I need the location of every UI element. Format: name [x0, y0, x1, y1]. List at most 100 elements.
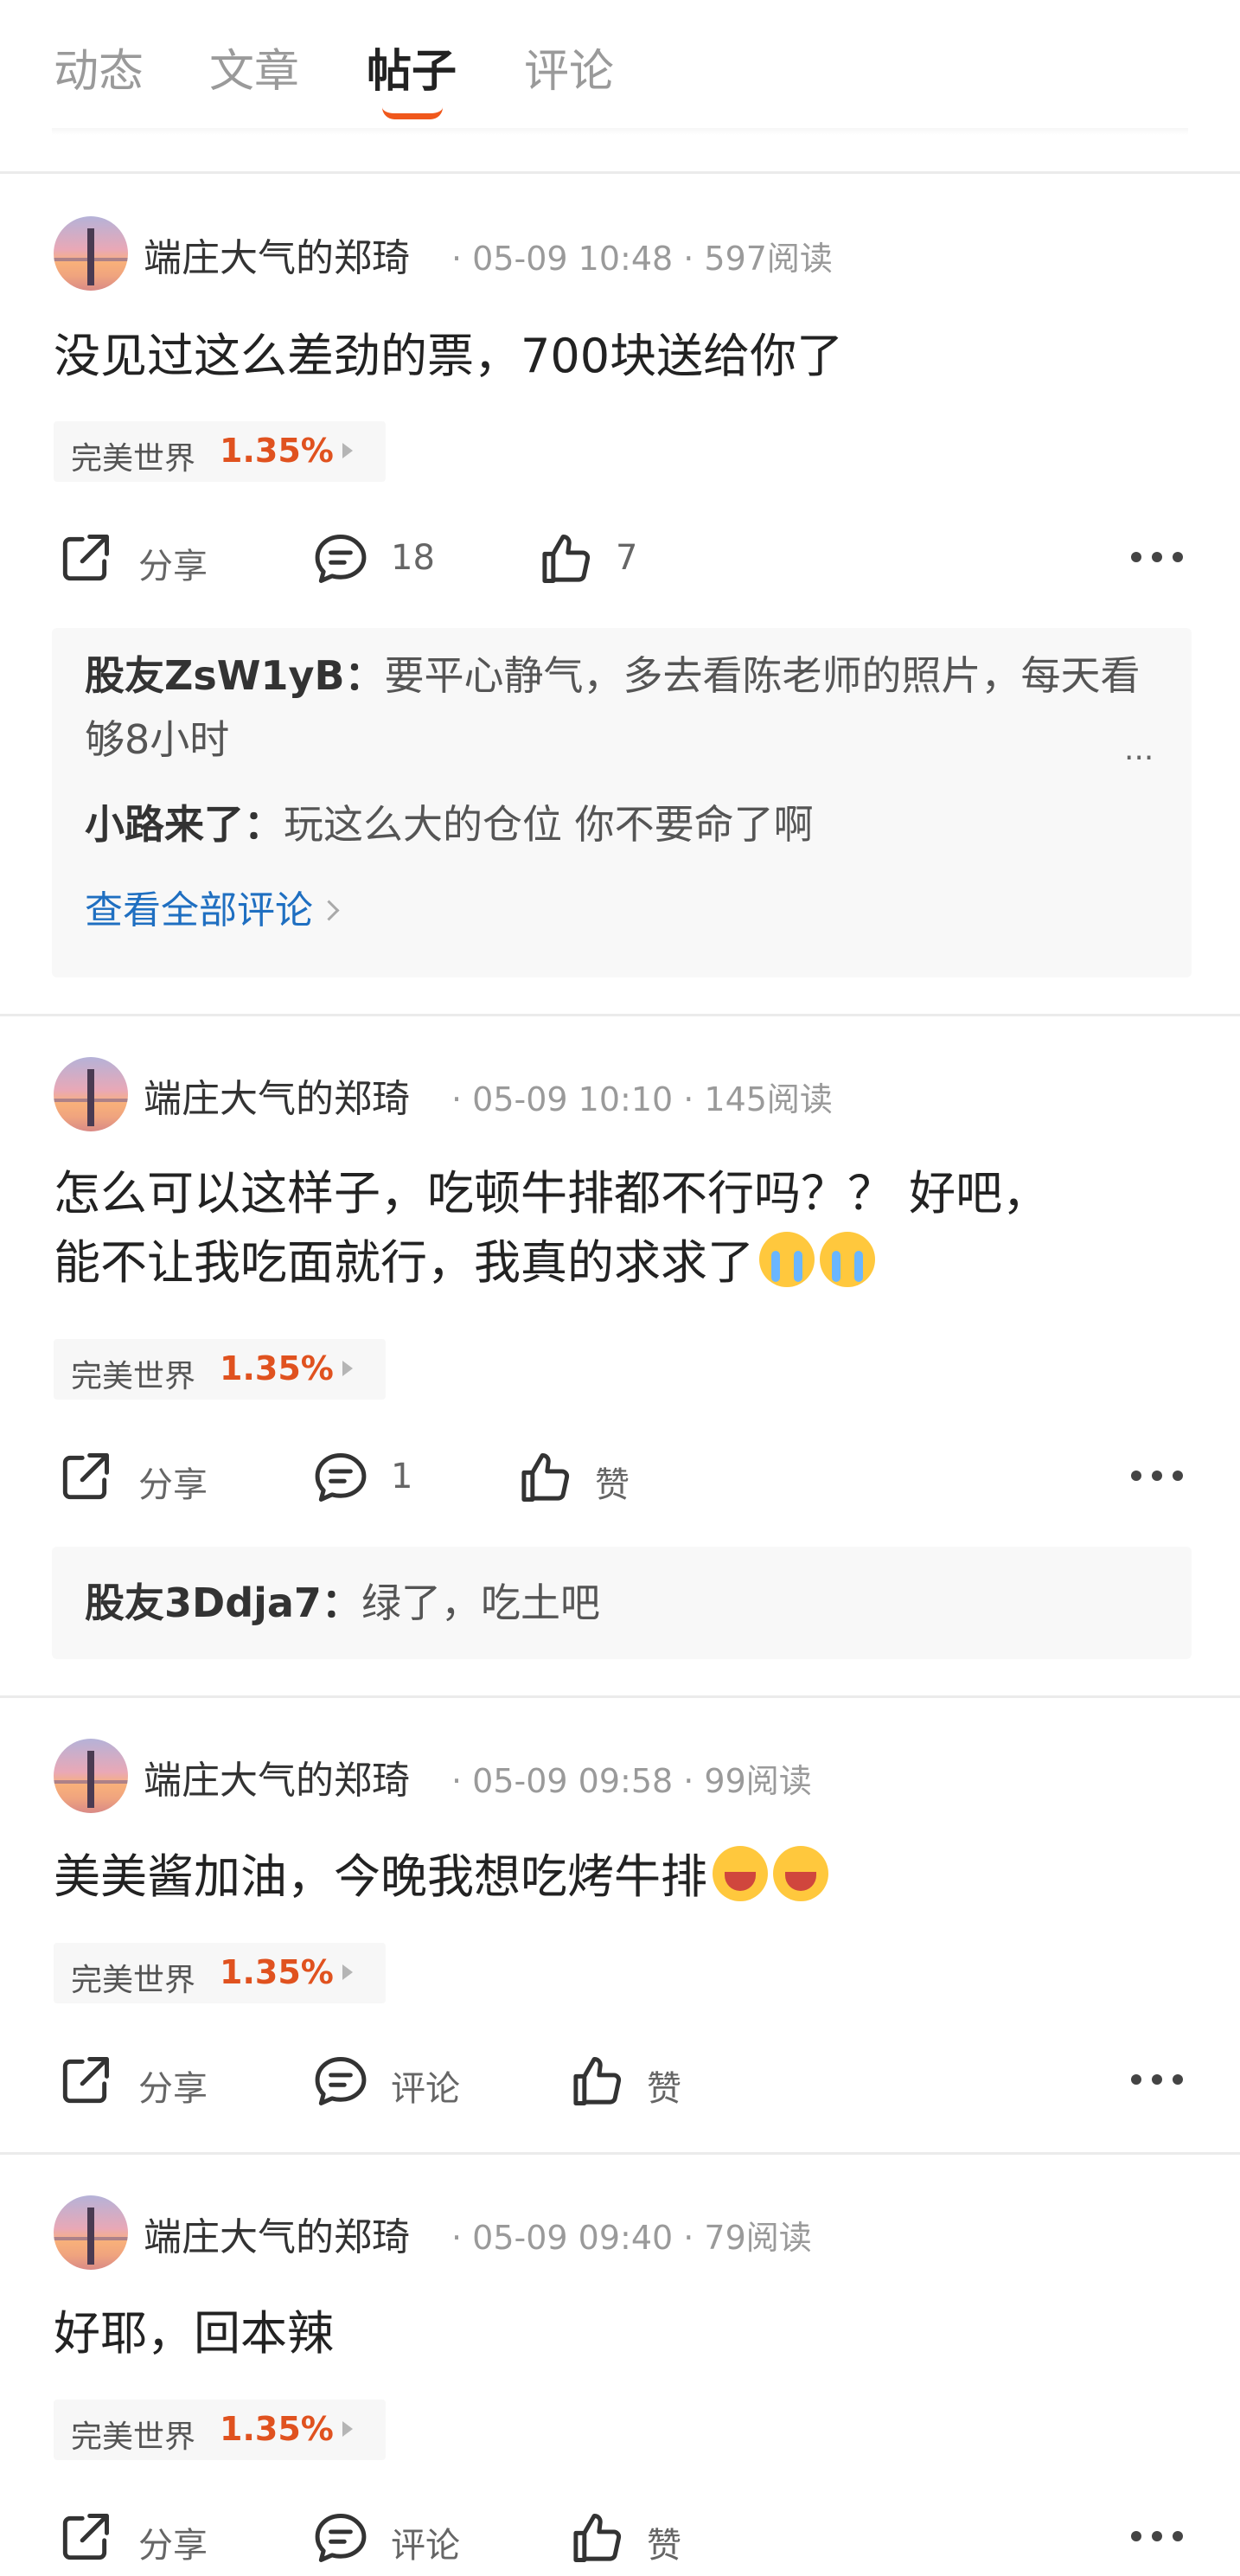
- action-bar: 分享 18 7: [0, 519, 1240, 597]
- post-text[interactable]: 没见过这么差劲的票，700块送给你了: [54, 322, 1195, 391]
- author-row[interactable]: 端庄大气的郑琦 · 05-09 09:40 · 79阅读: [54, 2195, 1178, 2272]
- comment-text: 绿了，吃土吧: [361, 1580, 600, 1626]
- tab-articles[interactable]: 文章: [209, 35, 299, 99]
- share-icon: [62, 1453, 109, 1500]
- comment-user[interactable]: 股友3Ddja7：: [85, 1580, 361, 1626]
- play-arrow-icon: [342, 1964, 353, 1980]
- thumbs-up-icon: [521, 1453, 570, 1502]
- comment-user[interactable]: 股友ZsW1yB：: [85, 652, 385, 699]
- post-card[interactable]: 端庄大气的郑琦 · 05-09 10:48 · 597阅读 没见过这么差劲的票，…: [0, 216, 1240, 1012]
- comments-preview: 股友ZsW1yB：要平心静气，多去看陈老师的照片，每天看够8小时 ... 小路来…: [52, 628, 1192, 977]
- more-options-icon[interactable]: [1131, 1471, 1183, 1483]
- stock-tag[interactable]: 完美世界 1.35%: [54, 1943, 386, 2003]
- like-button[interactable]: 7: [536, 519, 674, 597]
- comment-item[interactable]: 小路来了：玩这么大的仓位 你不要命了啊: [85, 792, 1166, 856]
- action-bar: 分享 评论 赞: [0, 2041, 1240, 2119]
- comment-icon: [315, 535, 367, 583]
- more-options-icon[interactable]: [1131, 552, 1183, 564]
- play-arrow-icon: [342, 2421, 353, 2437]
- author-name[interactable]: 端庄大气的郑琦: [144, 227, 410, 282]
- tab-bar-shadow: [52, 128, 1188, 135]
- share-icon: [62, 2514, 109, 2560]
- tab-posts[interactable]: 帖子: [367, 35, 457, 99]
- post-text[interactable]: 怎么可以这样子，吃顿牛排都不行吗？？ 好吧， 能不让我吃面就行，我真的求求了: [54, 1159, 1195, 1298]
- share-button[interactable]: 分享: [55, 1438, 228, 1515]
- like-button[interactable]: 赞: [567, 2041, 740, 2119]
- comment-button[interactable]: 1: [311, 1438, 467, 1515]
- share-label: 分享: [138, 2069, 208, 2109]
- comment-item[interactable]: 股友3Ddja7：绿了，吃土吧: [85, 1571, 1166, 1635]
- divider: [0, 171, 1240, 174]
- stock-tag[interactable]: 完美世界 1.35%: [54, 421, 386, 482]
- post-text-line: 能不让我吃面就行，我真的求求了: [54, 1235, 754, 1290]
- divider: [0, 1695, 1240, 1698]
- post-text-line: 怎么可以这样子，吃顿牛排都不行吗？？ 好吧，: [54, 1166, 1050, 1221]
- author-row[interactable]: 端庄大气的郑琦 · 05-09 10:48 · 597阅读: [54, 216, 1178, 292]
- comments-preview: 股友3Ddja7：绿了，吃土吧: [52, 1547, 1192, 1659]
- stock-name: 完美世界: [71, 1963, 196, 1998]
- author-name[interactable]: 端庄大气的郑琦: [144, 1749, 410, 1804]
- avatar[interactable]: [54, 216, 128, 291]
- comment-expand[interactable]: ...: [1124, 732, 1154, 767]
- post-text[interactable]: 美美酱加油，今晚我想吃烤牛排: [54, 1842, 1195, 1912]
- like-label: 赞: [595, 1465, 630, 1505]
- grinning-emoji-icon: [773, 1846, 828, 1901]
- share-button[interactable]: 分享: [55, 2498, 228, 2576]
- comment-label: 评论: [391, 2069, 460, 2109]
- comment-icon: [315, 2057, 367, 2105]
- play-arrow-icon: [342, 1361, 353, 1376]
- view-all-comments-link[interactable]: 查看全部评论: [85, 879, 340, 934]
- stock-name: 完美世界: [71, 2419, 196, 2455]
- more-options-icon[interactable]: [1131, 2531, 1183, 2543]
- thumbs-up-icon: [573, 2514, 622, 2562]
- crying-emoji-icon: [759, 1232, 815, 1287]
- avatar[interactable]: [54, 1739, 128, 1813]
- comment-label: 评论: [391, 2526, 460, 2566]
- comment-button[interactable]: 18: [311, 519, 484, 597]
- stock-tag[interactable]: 完美世界 1.35%: [54, 2400, 386, 2460]
- like-button[interactable]: 赞: [567, 2498, 740, 2576]
- tab-dynamics[interactable]: 动态: [54, 35, 144, 99]
- post-card[interactable]: 端庄大气的郑琦 · 05-09 10:10 · 145阅读 怎么可以这样子，吃顿…: [0, 1057, 1240, 1663]
- post-text[interactable]: 好耶，回本辣: [54, 2299, 1195, 2368]
- chevron-right-icon: [318, 900, 340, 921]
- action-bar: 分享 评论 赞: [0, 2498, 1240, 2576]
- thumbs-up-icon: [542, 535, 591, 583]
- post-card[interactable]: 端庄大气的郑琦 · 05-09 09:58 · 99阅读 美美酱加油，今晚我想吃…: [0, 1739, 1240, 2119]
- post-meta: · 05-09 09:58 · 99阅读: [451, 1762, 812, 1800]
- stock-change: 1.35%: [220, 1953, 334, 1991]
- avatar[interactable]: [54, 2195, 128, 2270]
- active-tab-indicator: [382, 107, 443, 119]
- post-card[interactable]: 端庄大气的郑琦 · 05-09 09:40 · 79阅读 好耶，回本辣 完美世界…: [0, 2195, 1240, 2566]
- divider: [0, 1014, 1240, 1016]
- share-button[interactable]: 分享: [55, 519, 228, 597]
- grinning-emoji-icon: [713, 1846, 768, 1901]
- comment-count: 1: [391, 1457, 413, 1496]
- divider: [0, 2152, 1240, 2155]
- author-row[interactable]: 端庄大气的郑琦 · 05-09 09:58 · 99阅读: [54, 1739, 1178, 1815]
- comment-button[interactable]: 评论: [311, 2041, 502, 2119]
- share-label: 分享: [138, 1465, 208, 1505]
- comment-button[interactable]: 评论: [311, 2498, 502, 2576]
- author-name[interactable]: 端庄大气的郑琦: [144, 1067, 410, 1123]
- thumbs-up-icon: [573, 2057, 622, 2105]
- share-label: 分享: [138, 547, 208, 586]
- more-options-icon[interactable]: [1131, 2074, 1183, 2086]
- like-count: 7: [616, 538, 638, 578]
- avatar[interactable]: [54, 1057, 128, 1131]
- tab-comments[interactable]: 评论: [524, 35, 614, 99]
- comment-item[interactable]: 股友ZsW1yB：要平心静气，多去看陈老师的照片，每天看够8小时: [85, 644, 1166, 772]
- stock-tag[interactable]: 完美世界 1.35%: [54, 1339, 386, 1400]
- comment-text: 玩这么大的仓位 你不要命了啊: [284, 801, 814, 848]
- post-text-line: 美美酱加油，今晚我想吃烤牛排: [54, 1849, 707, 1904]
- action-bar: 分享 1 赞: [0, 1438, 1240, 1515]
- post-meta: · 05-09 09:40 · 79阅读: [451, 2219, 812, 2257]
- like-button[interactable]: 赞: [515, 1438, 688, 1515]
- author-row[interactable]: 端庄大气的郑琦 · 05-09 10:10 · 145阅读: [54, 1057, 1178, 1133]
- share-button[interactable]: 分享: [55, 2041, 228, 2119]
- comment-user[interactable]: 小路来了：: [85, 801, 284, 848]
- comment-icon: [315, 1453, 367, 1502]
- comment-count: 18: [391, 538, 435, 578]
- stock-name: 完美世界: [71, 1359, 196, 1394]
- author-name[interactable]: 端庄大气的郑琦: [144, 2206, 410, 2261]
